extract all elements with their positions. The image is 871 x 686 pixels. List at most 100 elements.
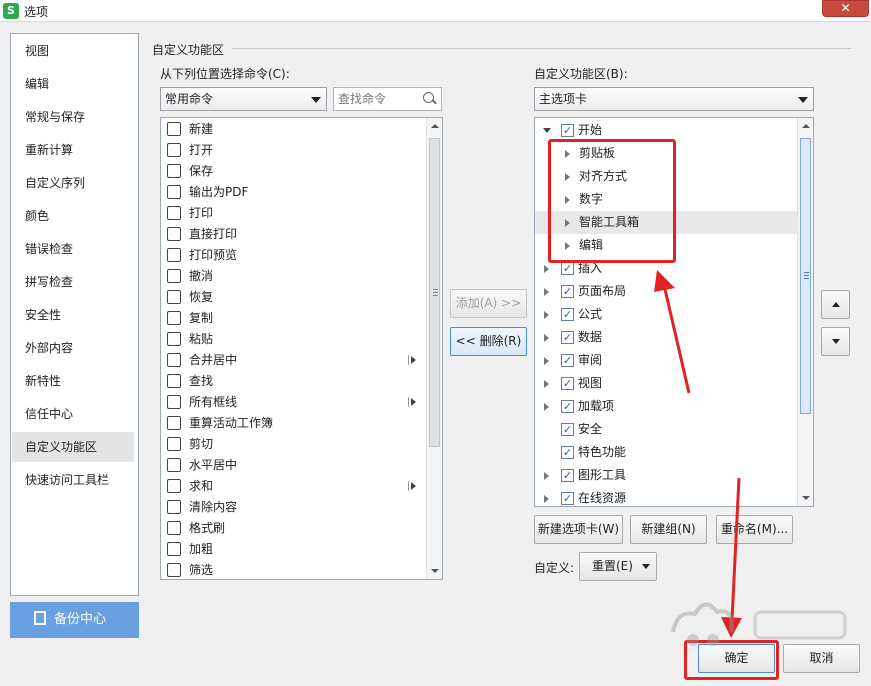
submenu-arrow-icon[interactable] xyxy=(408,397,416,407)
checkbox[interactable]: ✓ xyxy=(561,492,574,505)
ribbon-scope-select[interactable]: 主选项卡 xyxy=(534,87,814,111)
scroll-down-button[interactable] xyxy=(427,563,442,579)
command-item[interactable]: 合并居中 xyxy=(163,350,425,371)
ribbon-tab-item[interactable]: ✓ 视图 xyxy=(535,372,797,395)
command-item[interactable]: 查找 xyxy=(163,371,425,392)
command-item[interactable]: 保存 xyxy=(163,161,425,182)
ribbon-tab-item[interactable]: ✓ 公式 xyxy=(535,303,797,326)
ribbon-tab-item[interactable]: ✓ 在线资源 xyxy=(535,487,797,506)
all-borders-icon xyxy=(167,395,181,409)
command-item[interactable]: 格式刷 xyxy=(163,518,425,539)
sidebar-item[interactable]: 拼写检查 xyxy=(12,267,134,297)
ribbon-tab-item[interactable]: ✓ 页面布局 xyxy=(535,280,797,303)
sidebar-item[interactable]: 外部内容 xyxy=(12,333,134,363)
sidebar-item[interactable]: 错误检查 xyxy=(12,234,134,264)
command-item[interactable]: 直接打印 xyxy=(163,224,425,245)
rename-button[interactable]: 重命名(M)... xyxy=(716,515,793,544)
expand-arrow-icon[interactable] xyxy=(544,357,549,365)
ribbon-tab-item[interactable]: ✓ 图形工具 xyxy=(535,464,797,487)
ribbon-scrollbar[interactable] xyxy=(797,118,813,506)
command-item[interactable]: 清除内容 xyxy=(163,497,425,518)
scroll-up-button[interactable] xyxy=(427,118,442,134)
scroll-thumb[interactable] xyxy=(800,138,811,414)
checkbox[interactable]: ✓ xyxy=(561,262,574,275)
new-tab-button[interactable]: 新建选项卡(W) xyxy=(534,515,623,544)
sidebar-item[interactable]: 编辑 xyxy=(12,69,134,99)
command-item[interactable]: 打开 xyxy=(163,140,425,161)
checkbox[interactable]: ✓ xyxy=(561,285,574,298)
command-item[interactable]: 新建 xyxy=(163,119,425,140)
expand-arrow-icon[interactable] xyxy=(544,403,549,411)
collapse-arrow-icon[interactable] xyxy=(543,128,551,133)
ribbon-tab-item[interactable]: ✓ 审阅 xyxy=(535,349,797,372)
commands-scrollbar[interactable] xyxy=(426,118,442,579)
submenu-arrow-icon[interactable] xyxy=(408,355,416,365)
scroll-up-button[interactable] xyxy=(798,118,813,134)
checkbox[interactable]: ✓ xyxy=(561,331,574,344)
checkbox[interactable]: ✓ xyxy=(561,308,574,321)
submenu-arrow-icon[interactable] xyxy=(408,481,416,491)
sidebar-item[interactable]: 重新计算 xyxy=(12,135,134,165)
new-group-button[interactable]: 新建组(N) xyxy=(630,515,707,544)
command-item[interactable]: 输出为PDF xyxy=(163,182,425,203)
sidebar-item[interactable]: 常规与保存 xyxy=(12,102,134,132)
checkbox[interactable]: ✓ xyxy=(561,469,574,482)
move-down-button[interactable] xyxy=(821,327,850,356)
search-icon[interactable] xyxy=(423,92,434,103)
move-up-button[interactable] xyxy=(821,290,850,319)
ribbon-tab-item[interactable]: ✓ 数据 xyxy=(535,326,797,349)
sidebar-item[interactable]: 颜色 xyxy=(12,201,134,231)
scroll-down-button[interactable] xyxy=(798,490,813,506)
command-item[interactable]: 打印预览 xyxy=(163,245,425,266)
command-item[interactable]: 恢复 xyxy=(163,287,425,308)
checkbox[interactable]: ✓ xyxy=(561,377,574,390)
close-button[interactable]: ✕ xyxy=(822,0,869,17)
add-button[interactable]: 添加(A) >> xyxy=(450,289,527,318)
ribbon-tab-item[interactable]: ✓ 加载项 xyxy=(535,395,797,418)
command-label: 新建 xyxy=(189,122,214,136)
command-item[interactable]: 重算活动工作簿 xyxy=(163,413,425,434)
redo-icon xyxy=(167,290,181,304)
sum-icon xyxy=(167,479,181,493)
sidebar-item[interactable]: 新特性 xyxy=(12,366,134,396)
checkbox[interactable]: ✓ xyxy=(561,446,574,459)
command-item[interactable]: 加粗 xyxy=(163,539,425,560)
scroll-thumb[interactable] xyxy=(429,138,440,447)
expand-arrow-icon[interactable] xyxy=(544,265,549,273)
arrow-down-icon xyxy=(802,496,810,500)
ribbon-tab-item[interactable]: ✓ 特色功能 xyxy=(535,441,797,464)
command-item[interactable]: 筛选 xyxy=(163,560,425,579)
command-item[interactable]: 粘贴 xyxy=(163,329,425,350)
sidebar-item[interactable]: 安全性 xyxy=(12,300,134,330)
remove-button[interactable]: << 删除(R) xyxy=(450,327,527,356)
new-doc-icon xyxy=(167,122,181,136)
command-item[interactable]: 剪切 xyxy=(163,434,425,455)
command-item[interactable]: 求和 xyxy=(163,476,425,497)
command-item[interactable]: 打印 xyxy=(163,203,425,224)
checkbox[interactable]: ✓ xyxy=(561,124,574,137)
sidebar-item[interactable]: 自定义序列 xyxy=(12,168,134,198)
expand-arrow-icon[interactable] xyxy=(544,334,549,342)
commands-source-select[interactable]: 常用命令 xyxy=(160,87,327,111)
expand-arrow-icon[interactable] xyxy=(544,380,549,388)
backup-center-button[interactable]: 备份中心 xyxy=(10,602,139,638)
checkbox[interactable]: ✓ xyxy=(561,354,574,367)
expand-arrow-icon[interactable] xyxy=(544,495,549,503)
expand-arrow-icon[interactable] xyxy=(544,472,549,480)
sidebar-item[interactable]: 信任中心 xyxy=(12,399,134,429)
sidebar-item[interactable]: 自定义功能区 xyxy=(12,432,134,462)
sidebar-item[interactable]: 视图 xyxy=(12,36,134,66)
command-item[interactable]: 复制 xyxy=(163,308,425,329)
command-item[interactable]: 撤消 xyxy=(163,266,425,287)
sidebar-item[interactable]: 快速访问工具栏 xyxy=(12,465,134,495)
options-nav: 视图 编辑 常规与保存 重新计算 自定义序列 颜色 错误检查 拼写检查 安全性 外部内容 新特性 信任… xyxy=(10,33,139,596)
reset-dropdown-button[interactable]: 重置(E) xyxy=(579,552,657,581)
command-item[interactable]: 所有框线 xyxy=(163,392,425,413)
checkbox[interactable]: ✓ xyxy=(561,423,574,436)
checkbox[interactable]: ✓ xyxy=(561,400,574,413)
expand-arrow-icon[interactable] xyxy=(544,311,549,319)
expand-arrow-icon[interactable] xyxy=(544,288,549,296)
command-item[interactable]: 水平居中 xyxy=(163,455,425,476)
ribbon-tab-item[interactable]: ✓ 安全 xyxy=(535,418,797,441)
group-divider xyxy=(232,48,851,49)
